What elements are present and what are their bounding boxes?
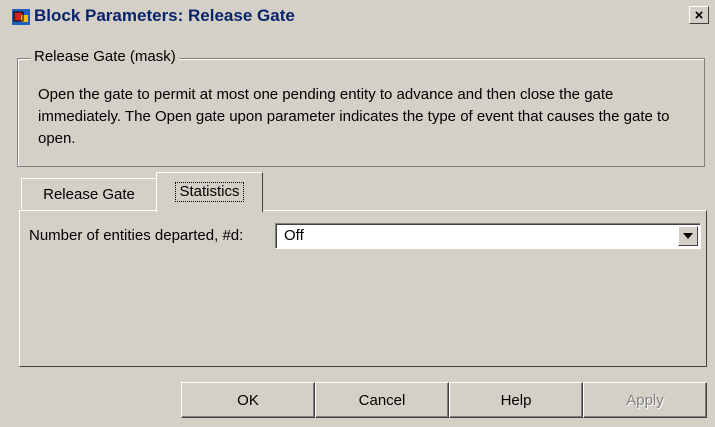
group-legend: Release Gate (mask) xyxy=(31,48,179,65)
title-bar[interactable]: Block Parameters: Release Gate × xyxy=(0,0,715,30)
cancel-button[interactable]: Cancel xyxy=(315,382,449,418)
departed-label: Number of entities departed, #d: xyxy=(29,227,244,244)
close-button[interactable]: × xyxy=(689,6,709,24)
tab-statistics-label: Statistics xyxy=(175,182,244,202)
departed-select[interactable]: Off xyxy=(275,223,701,249)
chevron-down-icon xyxy=(683,233,693,239)
ok-button[interactable]: OK xyxy=(181,382,315,418)
simulink-block-icon xyxy=(12,9,30,25)
tab-statistics[interactable]: Statistics xyxy=(156,172,263,212)
help-button[interactable]: Help xyxy=(449,382,583,418)
dropdown-button[interactable] xyxy=(678,226,698,246)
dialog-window: Block Parameters: Release Gate × Release… xyxy=(0,0,715,427)
close-icon: × xyxy=(694,6,704,24)
window-title: Block Parameters: Release Gate xyxy=(34,6,295,25)
tab-release-gate[interactable]: Release Gate xyxy=(21,178,157,209)
tab-release-gate-label: Release Gate xyxy=(43,186,135,203)
mask-description: Open the gate to permit at most one pend… xyxy=(38,86,670,147)
departed-select-value: Off xyxy=(284,227,304,244)
apply-button[interactable]: Apply xyxy=(583,382,707,418)
